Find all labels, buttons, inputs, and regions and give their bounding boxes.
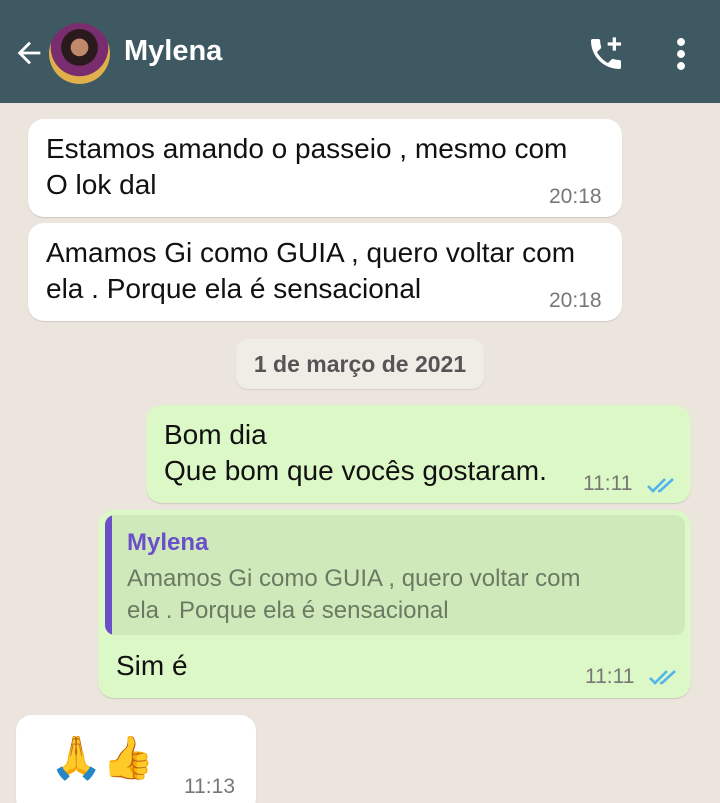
message-text: Estamos amando o passeio , mesmo com O l…: [46, 133, 568, 200]
message-bubble[interactable]: Amamos Gi como GUIA , quero voltar com e…: [28, 223, 622, 321]
message-bubble[interactable]: Bom dia Que bom que vocês gostaram. 11:1…: [146, 405, 691, 503]
arrow-left-icon[interactable]: [12, 36, 46, 70]
quote-text: Amamos Gi como GUIA , quero voltar com e…: [127, 565, 581, 624]
chat-area[interactable]: Estamos amando o passeio , mesmo com O l…: [0, 103, 720, 803]
quoted-message[interactable]: Mylena Amamos Gi como GUIA , quero volta…: [105, 515, 685, 635]
message-text: Bom dia Que bom que vocês gostaram.: [164, 419, 547, 486]
quote-author: Mylena: [127, 529, 209, 556]
avatar[interactable]: [49, 23, 110, 84]
message-text: Sim é: [116, 650, 188, 681]
message-time: 11:11: [585, 665, 635, 688]
message-time: 20:18: [549, 289, 602, 312]
double-check-icon: [649, 670, 676, 685]
message-time: 11:11: [583, 472, 633, 495]
date-separator: 1 de março de 2021: [236, 339, 484, 389]
message-bubble[interactable]: Estamos amando o passeio , mesmo com O l…: [28, 119, 622, 217]
emoji-message: 🙏👍: [50, 733, 155, 782]
add-call-icon[interactable]: [586, 34, 626, 74]
contact-name[interactable]: Mylena: [124, 35, 222, 68]
quote-accent-bar: [105, 515, 112, 635]
message-time: 20:18: [549, 185, 602, 208]
message-time: 11:13: [184, 775, 235, 798]
message-bubble[interactable]: 🙏👍 11:13: [16, 715, 256, 803]
message-text: Amamos Gi como GUIA , quero voltar com e…: [46, 237, 576, 304]
more-vert-icon[interactable]: [670, 36, 692, 72]
chat-header: Mylena: [0, 0, 720, 103]
double-check-icon: [647, 478, 674, 493]
